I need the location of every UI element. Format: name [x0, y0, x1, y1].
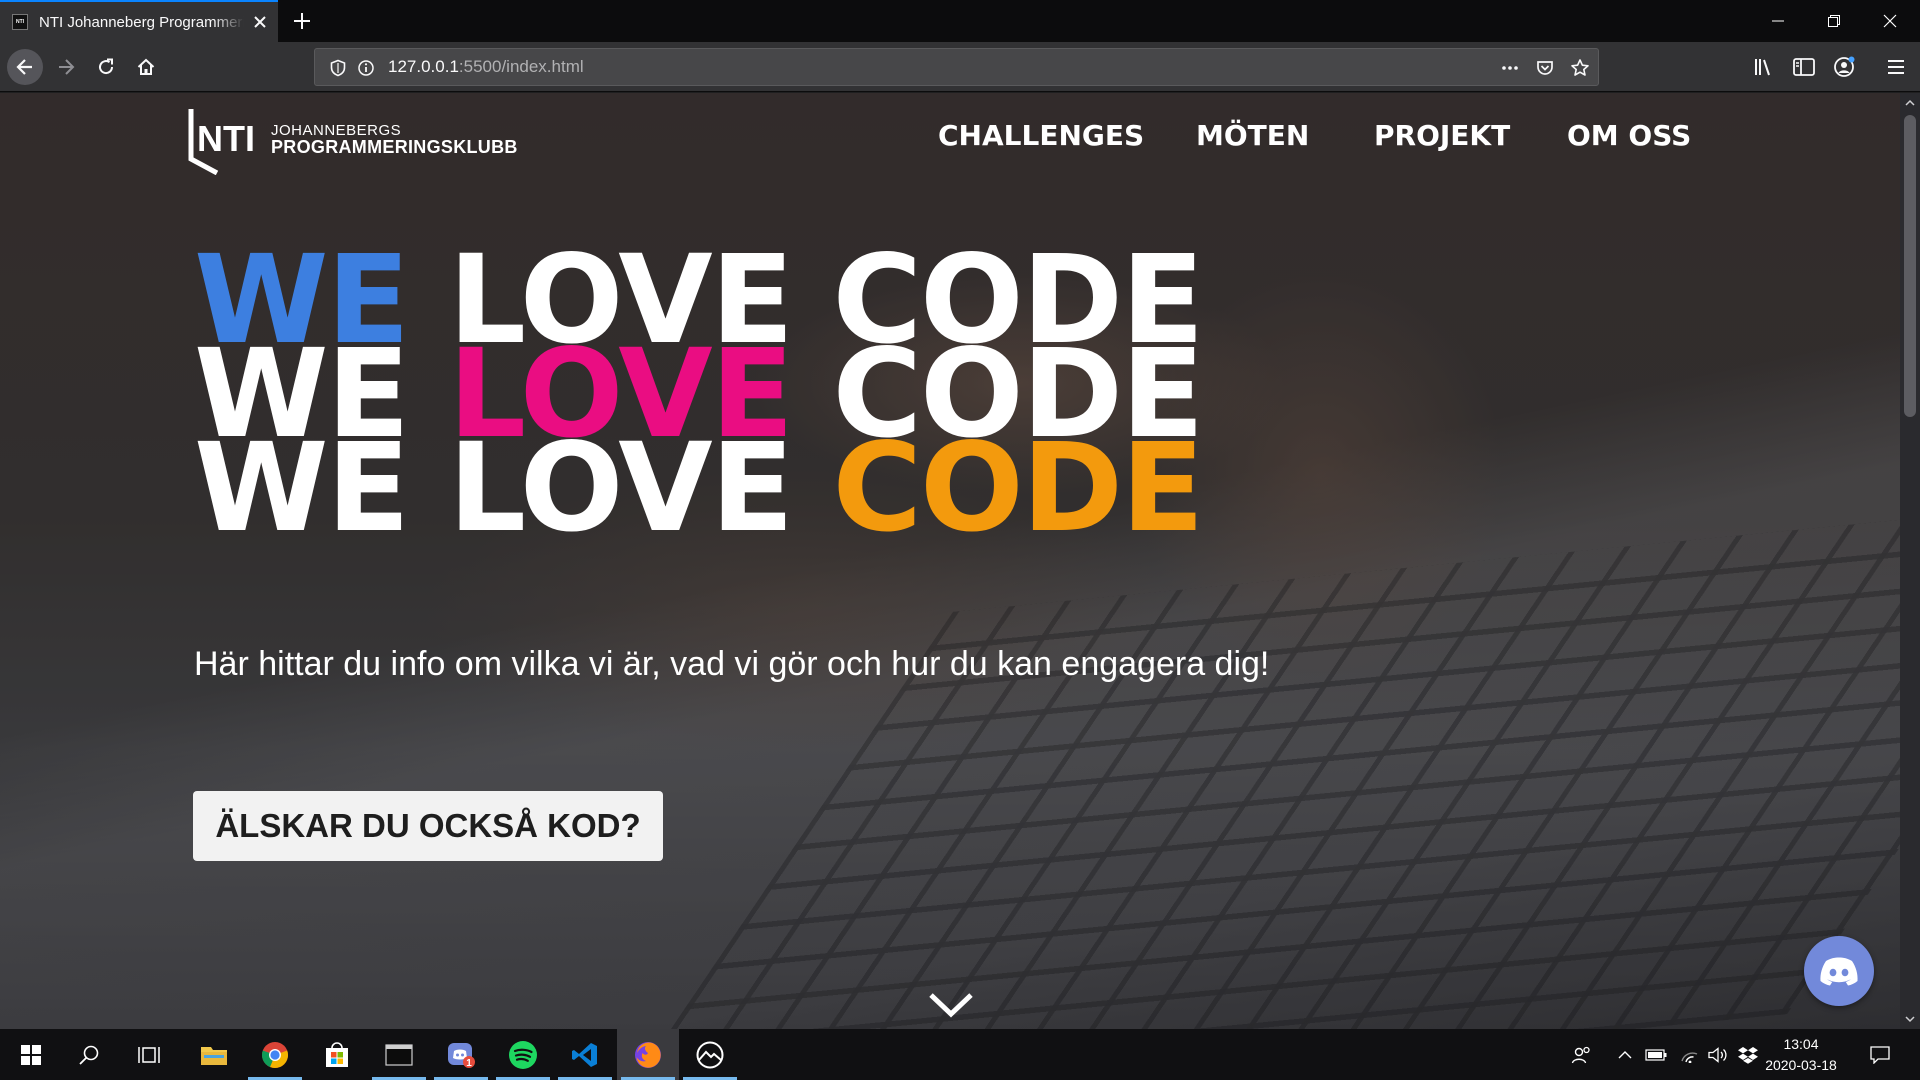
home-icon — [137, 58, 155, 75]
window-restore-button[interactable] — [1806, 0, 1862, 42]
logo-line-1: JOHANNEBERGS — [271, 121, 402, 139]
hero-heading: WE LOVE CODE WE LOVE CODE WE LOVE CODE — [194, 239, 1204, 559]
action-center-button[interactable] — [1860, 1029, 1900, 1080]
photos-icon — [696, 1041, 724, 1068]
nav-moten[interactable]: MÖTEN — [1196, 119, 1309, 152]
clock-time: 13:04 — [1783, 1036, 1819, 1052]
tab-strip: NTI NTI Johanneberg Programmeringsklubb — [0, 0, 1920, 42]
windows-logo-icon — [21, 1044, 41, 1065]
page-actions-icon[interactable] — [1500, 58, 1520, 78]
library-icon[interactable] — [1751, 54, 1777, 80]
wifi-icon — [1681, 1051, 1698, 1063]
hero-tagline: Här hittar du info om vilka vi är, vad v… — [194, 645, 1270, 683]
scroll-thumb[interactable] — [1904, 115, 1916, 417]
window-minimize-button[interactable] — [1750, 0, 1806, 42]
site-logo[interactable]: NTI JOHANNEBERGS PROGRAMMERINGSKLUBB — [185, 103, 518, 175]
tray-show-hidden[interactable] — [1612, 1029, 1638, 1080]
taskbar-photos[interactable] — [679, 1029, 741, 1080]
tray-battery[interactable] — [1642, 1029, 1670, 1080]
minimize-icon — [1772, 20, 1784, 22]
clock-date: 2020-03-18 — [1765, 1057, 1837, 1073]
taskbar-chrome[interactable] — [244, 1029, 306, 1080]
account-icon[interactable] — [1831, 54, 1857, 80]
taskbar-file-explorer[interactable] — [183, 1029, 245, 1080]
people-icon — [1571, 1046, 1590, 1063]
shield-icon[interactable] — [329, 59, 347, 77]
bookmark-star-icon[interactable] — [1570, 58, 1590, 78]
dropbox-icon — [1738, 1046, 1758, 1064]
volume-icon — [1708, 1046, 1727, 1063]
search-icon — [79, 1045, 99, 1065]
firefox-icon — [635, 1041, 661, 1068]
taskbar-spotify[interactable] — [492, 1029, 554, 1080]
hero-word-code: CODE — [832, 417, 1204, 559]
browser-tab-active[interactable]: NTI NTI Johanneberg Programmeringsklubb — [0, 0, 278, 42]
forward-button[interactable] — [48, 49, 84, 85]
store-icon — [326, 1041, 348, 1067]
taskbar-terminal[interactable] — [368, 1029, 430, 1080]
tray-volume[interactable] — [1704, 1029, 1732, 1080]
start-button[interactable] — [0, 1029, 62, 1080]
restore-icon — [1828, 15, 1840, 27]
tab-favicon-icon: NTI — [12, 14, 28, 30]
tray-people[interactable] — [1566, 1029, 1598, 1080]
chevron-up-icon — [1618, 1050, 1632, 1058]
svg-text:1: 1 — [466, 1058, 472, 1069]
nti-logo-icon: NTI — [188, 109, 255, 175]
home-button[interactable] — [128, 49, 164, 85]
nav-challenges[interactable]: CHALLENGES — [938, 119, 1144, 152]
tab-close-icon[interactable] — [252, 14, 268, 30]
tray-wifi[interactable] — [1675, 1029, 1703, 1080]
logo-line-2: PROGRAMMERINGSKLUBB — [271, 136, 518, 157]
notification-icon — [1870, 1045, 1890, 1064]
scroll-down-icon[interactable] — [1904, 1013, 1916, 1025]
chrome-icon — [261, 1041, 289, 1068]
url-bar[interactable]: 127.0.0.1:5500/index.html — [314, 48, 1599, 86]
window-close-button[interactable] — [1862, 0, 1918, 42]
info-icon[interactable] — [357, 59, 375, 77]
taskbar-firefox[interactable] — [617, 1029, 679, 1080]
discord-icon — [1820, 957, 1858, 986]
search-button[interactable] — [58, 1029, 120, 1080]
discord-app-icon: 1 — [448, 1042, 475, 1069]
back-button[interactable] — [7, 49, 43, 85]
arrow-right-icon — [59, 59, 75, 75]
nav-om-oss[interactable]: OM OSS — [1567, 119, 1691, 152]
hero-line-3: WE LOVE CODE — [194, 417, 1204, 559]
page-scrollbar[interactable] — [1900, 93, 1920, 1029]
discord-button[interactable] — [1804, 936, 1874, 1006]
nav-projekt[interactable]: PROJEKT — [1374, 119, 1510, 152]
cta-button[interactable]: ÄLSKAR DU OCKSÅ KOD? — [193, 791, 663, 861]
windows-taskbar: 1 13:04 2020-03-18 — [0, 1029, 1920, 1080]
svg-text:NTI: NTI — [197, 118, 255, 159]
spotify-icon — [509, 1040, 537, 1069]
terminal-icon — [385, 1043, 413, 1066]
taskbar-microsoft-store[interactable] — [306, 1029, 368, 1080]
page-viewport: NTI JOHANNEBERGS PROGRAMMERINGSKLUBB CHA… — [0, 93, 1900, 1029]
taskbar-vscode[interactable] — [554, 1029, 616, 1080]
scroll-down-chevron-icon[interactable] — [928, 991, 974, 1019]
taskbar-discord[interactable]: 1 — [430, 1029, 492, 1080]
new-tab-icon[interactable] — [290, 9, 314, 33]
sidebar-icon[interactable] — [1791, 54, 1817, 80]
close-icon — [1883, 14, 1897, 28]
pocket-icon[interactable] — [1535, 58, 1555, 78]
folder-icon — [201, 1046, 227, 1065]
url-text[interactable]: 127.0.0.1:5500/index.html — [388, 57, 584, 77]
reload-icon — [99, 58, 114, 75]
task-view-icon — [138, 1046, 160, 1063]
hamburger-menu-icon[interactable] — [1883, 54, 1909, 80]
task-view-button[interactable] — [118, 1029, 180, 1080]
taskbar-clock[interactable]: 13:04 2020-03-18 — [1756, 1034, 1846, 1076]
reload-button[interactable] — [88, 49, 124, 85]
arrow-left-icon — [16, 59, 32, 75]
tab-title: NTI Johanneberg Programmeringsklubb — [39, 13, 244, 31]
vscode-icon — [572, 1042, 597, 1067]
browser-toolbar: 127.0.0.1:5500/index.html — [0, 42, 1920, 92]
battery-icon — [1645, 1048, 1667, 1061]
scroll-up-icon[interactable] — [1904, 97, 1916, 109]
